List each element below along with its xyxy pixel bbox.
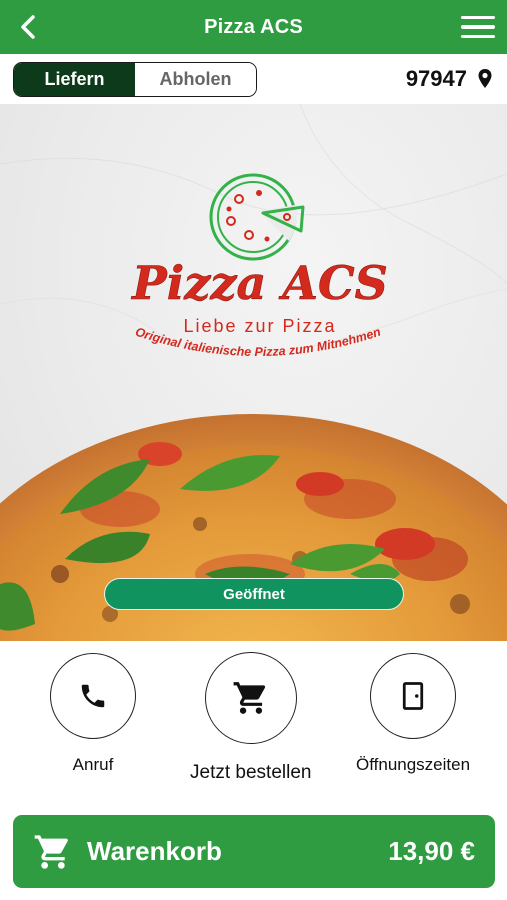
pizza-background-image: Pizza ACS Liebe zur Pizza Original itali… bbox=[0, 104, 507, 641]
location-pin-icon bbox=[478, 69, 492, 88]
call-action[interactable]: Anruf bbox=[50, 653, 136, 775]
open-status-badge[interactable]: Geöffnet bbox=[104, 578, 404, 610]
toggle-pickup[interactable]: Abholen bbox=[135, 63, 256, 96]
hamburger-line bbox=[461, 25, 495, 29]
order-now-button[interactable] bbox=[204, 652, 297, 744]
hero-banner: Pizza ACS Liebe zur Pizza Original itali… bbox=[0, 104, 507, 641]
cart-label: Warenkorb bbox=[87, 836, 222, 866]
order-mode-bar: Liefern Abholen 97947 bbox=[0, 54, 507, 104]
back-button[interactable] bbox=[14, 12, 44, 42]
logo-pizza-icon bbox=[209, 173, 305, 261]
app-screen: Pizza ACS Liefern Abholen 97947 Pizza AC… bbox=[0, 0, 507, 900]
phone-icon bbox=[81, 684, 105, 708]
opening-hours-button[interactable] bbox=[370, 653, 457, 739]
cart-button[interactable]: Warenkorb 13,90 € bbox=[13, 815, 495, 888]
call-button[interactable] bbox=[50, 653, 136, 739]
chevron-left-icon bbox=[21, 15, 35, 39]
top-app-bar: Pizza ACS bbox=[0, 0, 507, 54]
opening-hours-label: Öffnungszeiten bbox=[356, 755, 471, 774]
logo-tagline: Liebe zur Pizza bbox=[183, 316, 336, 336]
quick-actions: Anruf Jetzt bestellen Öffnungszeiten bbox=[0, 641, 507, 801]
menu-button[interactable] bbox=[461, 12, 497, 42]
delivery-toggle: Liefern Abholen bbox=[13, 62, 257, 97]
zip-code: 97947 bbox=[405, 66, 467, 91]
call-label: Anruf bbox=[72, 755, 114, 774]
order-now-label: Jetzt bestellen bbox=[190, 762, 312, 783]
logo-wordmark: Pizza ACS bbox=[130, 256, 388, 310]
cart-total: 13,90 € bbox=[388, 836, 475, 866]
cart-icon bbox=[233, 682, 265, 714]
hamburger-line bbox=[461, 34, 495, 39]
toggle-deliver[interactable]: Liefern bbox=[14, 63, 135, 96]
order-now-action[interactable]: Jetzt bestellen bbox=[190, 652, 311, 784]
location-selector[interactable]: 97947 bbox=[406, 64, 493, 94]
page-title: Pizza ACS bbox=[204, 15, 303, 38]
door-icon bbox=[402, 682, 424, 710]
shopping-cart-icon bbox=[33, 832, 73, 872]
hamburger-line bbox=[461, 15, 495, 20]
opening-hours-action[interactable]: Öffnungszeiten bbox=[356, 653, 470, 775]
